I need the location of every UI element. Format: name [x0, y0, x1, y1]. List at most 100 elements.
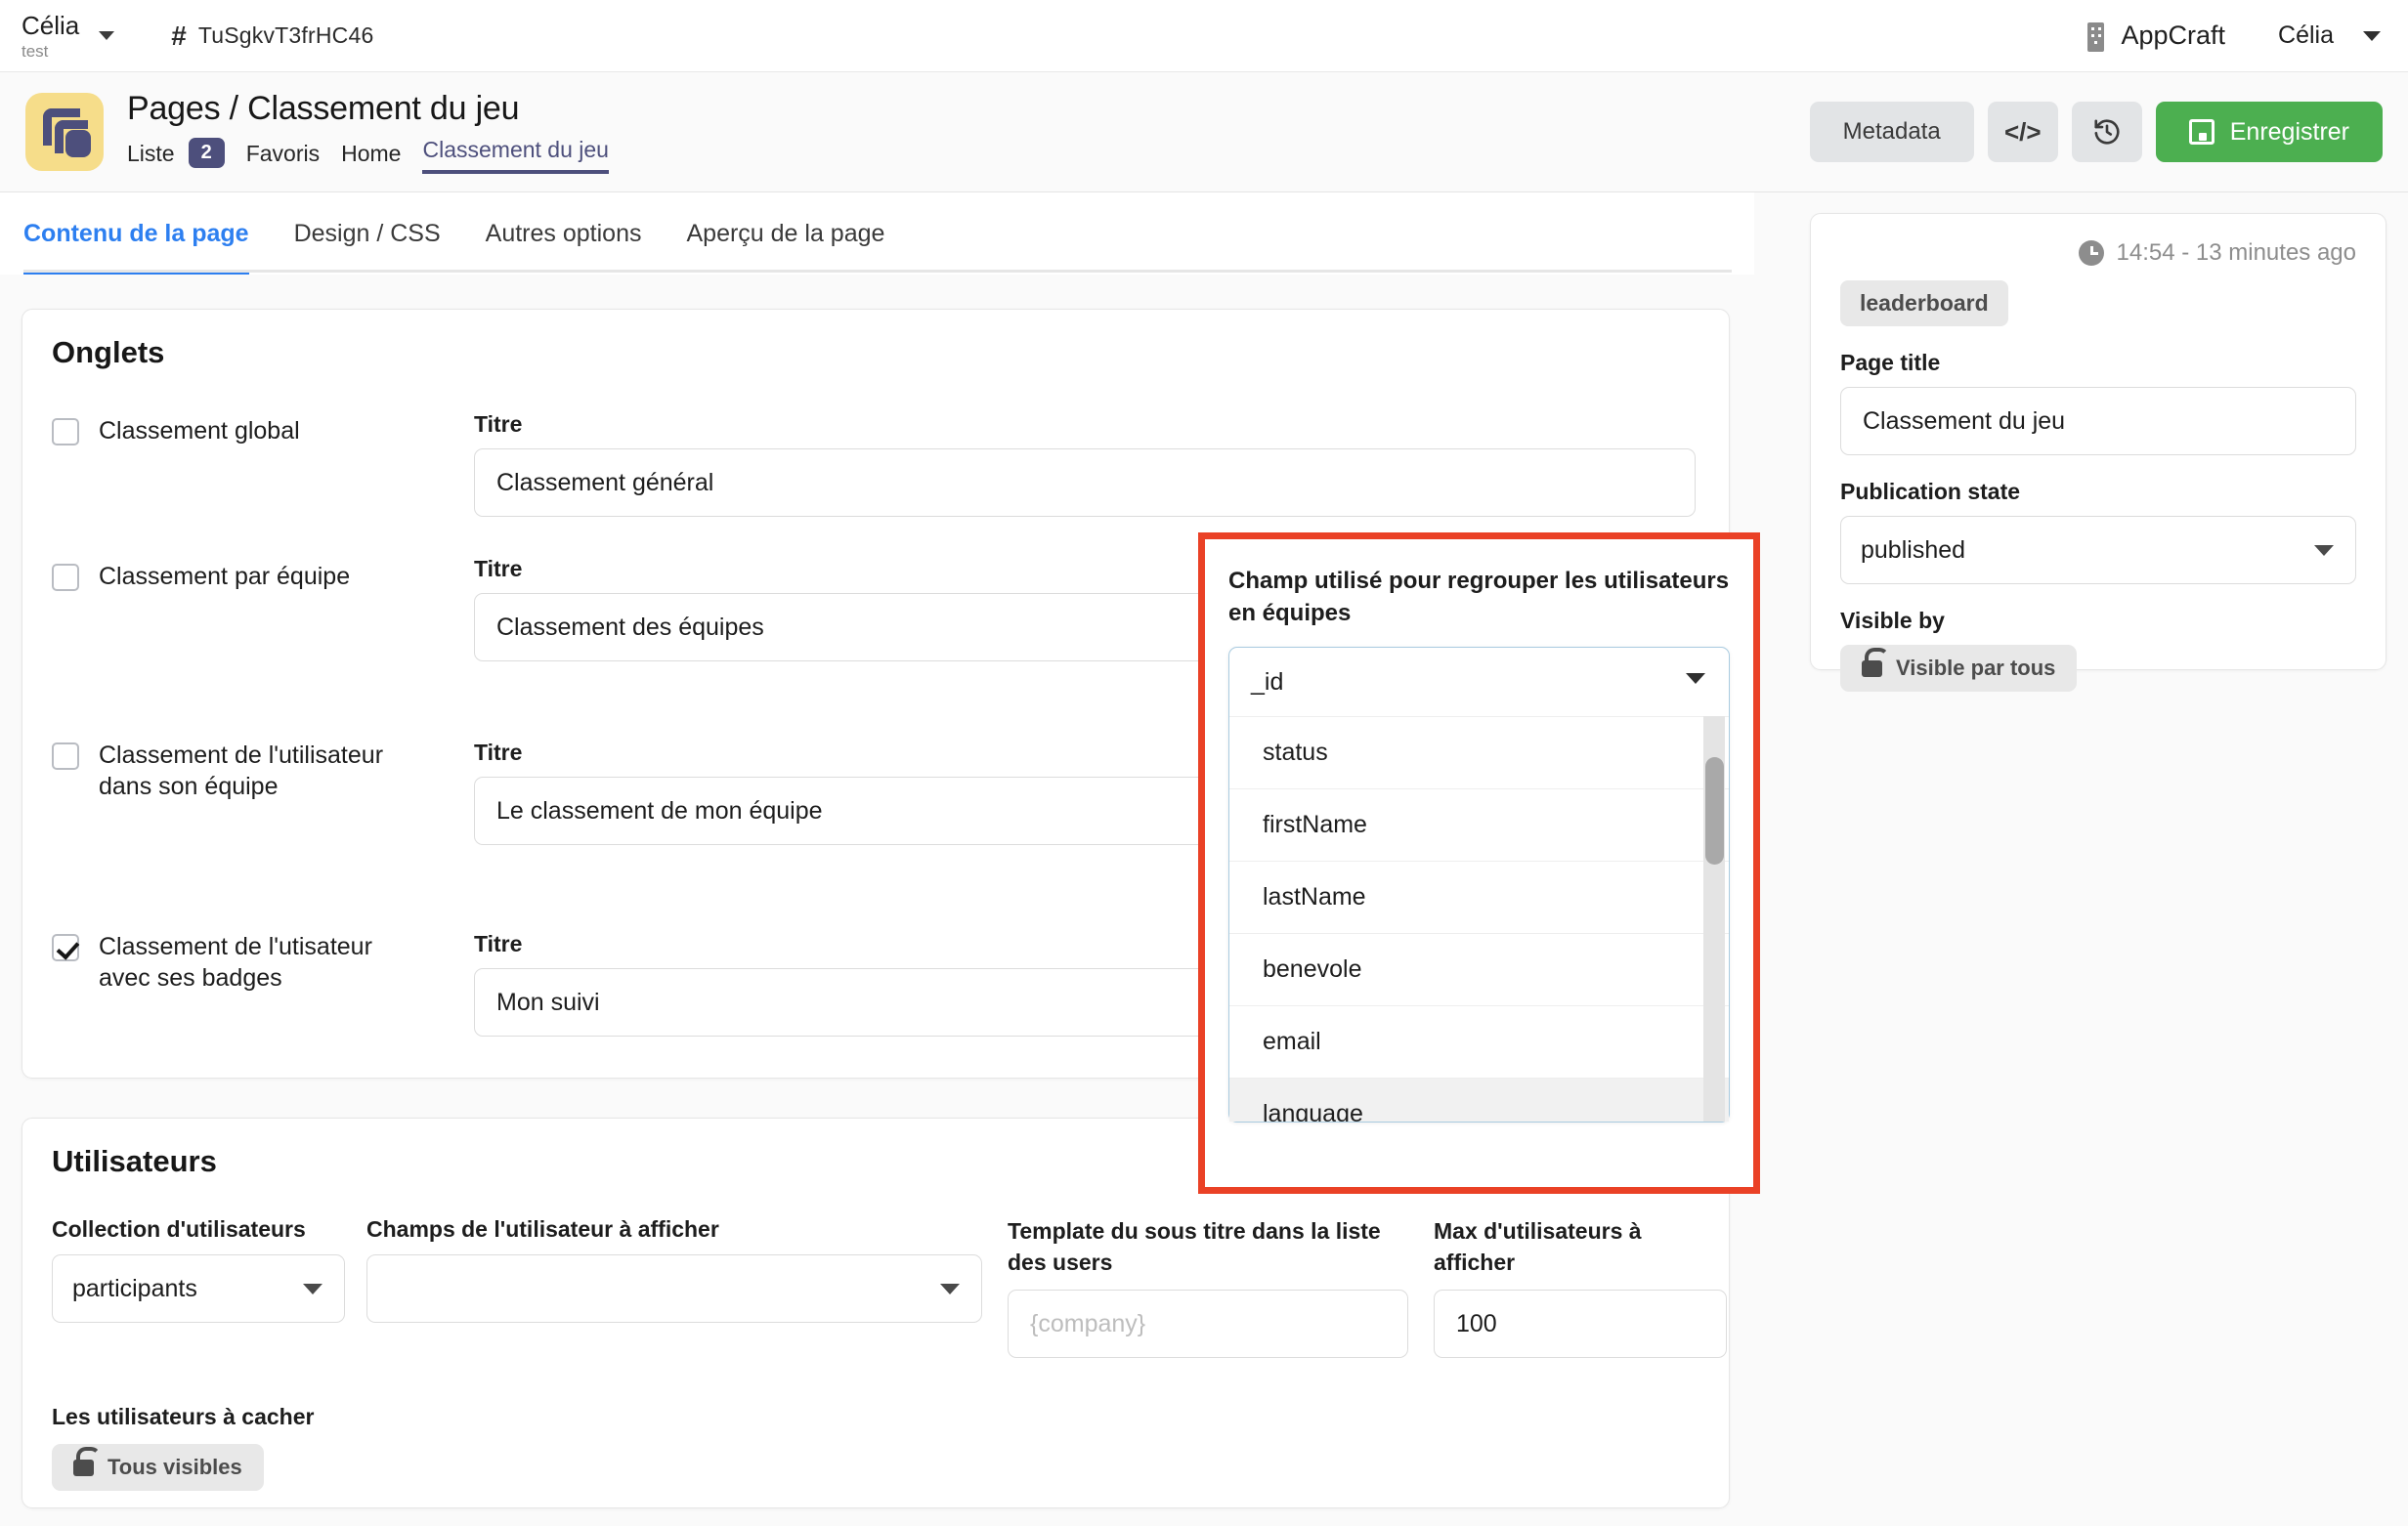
top-bar: Célia test # TuSgkvT3frHC46 AppCraft Cél… [0, 0, 2408, 72]
max-users-group: Max d'utilisateurs à afficher [1434, 1216, 1727, 1358]
option-benevole[interactable]: benevole [1229, 933, 1729, 1005]
chevron-down-icon [2314, 545, 2334, 556]
save-icon [2189, 119, 2214, 145]
subtitle-template-group: Template du sous titre dans la liste des… [1008, 1216, 1408, 1358]
option-firstName[interactable]: firstName [1229, 788, 1729, 861]
onglet-label: Classement de l'utilisateur dans son équ… [99, 740, 421, 802]
tab-underline [23, 270, 1732, 273]
last-modified-text: 14:54 - 13 minutes ago [2117, 239, 2357, 267]
tab-contenu-de-la-page[interactable]: Contenu de la page [23, 192, 249, 275]
titre-label: Titre [474, 411, 1696, 438]
collection-group: Collection d'utilisateurs participants [52, 1216, 345, 1323]
breadcrumb-item-liste[interactable]: Liste [127, 141, 175, 174]
publication-state-select[interactable]: published [1840, 516, 2356, 584]
hidden-users-pill[interactable]: Tous visibles [52, 1444, 264, 1491]
publication-state-value: published [1861, 536, 1965, 565]
hidden-users-group: Les utilisateurs à cacher Tous visibles [52, 1404, 314, 1491]
breadcrumb-item-home[interactable]: Home [341, 141, 401, 174]
subtitle-template-input[interactable] [1008, 1290, 1408, 1358]
team-field-label: Champ utilisé pour regrouper les utilisa… [1228, 565, 1730, 629]
onglet-label: Classement de l'utisateur avec ses badge… [99, 931, 421, 994]
user-menu-label[interactable]: Célia [2278, 21, 2334, 50]
company-name: AppCraft [2121, 21, 2225, 51]
pages-icon [25, 93, 104, 171]
org-name: Célia [22, 13, 79, 38]
chevron-down-icon[interactable] [99, 31, 114, 40]
option-language[interactable]: language [1229, 1078, 1729, 1122]
page-header: Pages / Classement du jeu Liste 2 Favori… [0, 72, 2408, 192]
code-icon[interactable]: </> [1988, 102, 2058, 162]
chevron-down-icon[interactable] [2363, 31, 2381, 41]
utilisateurs-section-title: Utilisateurs [52, 1144, 217, 1179]
hidden-users-pill-label: Tous visibles [108, 1455, 242, 1480]
project-id: # TuSgkvT3frHC46 [171, 21, 373, 52]
onglet-row: Classement par équipe [52, 561, 511, 592]
titre-input-classement-global[interactable] [474, 448, 1696, 517]
onglet-row: Classement de l'utilisateur dans son équ… [52, 740, 511, 802]
onglet-row: Classement de l'utisateur avec ses badge… [52, 931, 511, 994]
team-field-selected-text: _id [1251, 668, 1283, 697]
checkbox-classement-global[interactable] [52, 418, 79, 445]
save-button[interactable]: Enregistrer [2156, 102, 2383, 162]
page-title-label: Page title [1840, 350, 2356, 376]
user-fields-label: Champs de l'utilisateur à afficher [366, 1216, 982, 1243]
hash-icon: # [171, 21, 187, 52]
onglet-title-group: Titre [474, 411, 1696, 517]
breadcrumb-badge-count: 2 [189, 138, 225, 168]
history-icon[interactable] [2072, 102, 2142, 162]
onglet-row: Classement global [52, 415, 511, 446]
max-users-input[interactable] [1434, 1290, 1727, 1358]
header-actions: Metadata </> Enregistrer [1810, 102, 2383, 162]
tab-bar: Contenu de la page Design / CSS Autres o… [0, 192, 1754, 275]
page-title: Pages / Classement du jeu [127, 90, 609, 128]
checkbox-classement-par-equipe[interactable] [52, 564, 79, 591]
team-field-highlight-box: Champ utilisé pour regrouper les utilisa… [1198, 532, 1760, 1194]
breadcrumb: Liste 2 Favoris Home Classement du jeu [127, 137, 609, 174]
dropdown-scrollbar-thumb[interactable] [1705, 757, 1724, 865]
metadata-button[interactable]: Metadata [1810, 102, 1974, 162]
option-email[interactable]: email [1229, 1005, 1729, 1078]
tab-design-css[interactable]: Design / CSS [294, 192, 441, 275]
save-button-label: Enregistrer [2230, 118, 2349, 147]
checkbox-classement-utilisateur-badges[interactable] [52, 934, 79, 961]
subtitle-template-label: Template du sous titre dans la liste des… [1008, 1216, 1408, 1278]
user-fields-select[interactable] [366, 1254, 982, 1323]
collection-label: Collection d'utilisateurs [52, 1216, 345, 1243]
org-subtitle: test [22, 43, 79, 60]
team-field-select-value[interactable]: _id [1229, 648, 1729, 716]
project-id-value: TuSgkvT3frHC46 [198, 22, 374, 49]
tab-apercu-de-la-page[interactable]: Aperçu de la page [686, 192, 884, 275]
chevron-down-icon [1686, 673, 1705, 684]
visible-by-pill-label: Visible par tous [1896, 656, 2055, 681]
page-title-input[interactable] [1840, 387, 2356, 455]
option-status[interactable]: status [1229, 716, 1729, 788]
option-lastName[interactable]: lastName [1229, 861, 1729, 933]
unlock-icon [1862, 660, 1882, 677]
breadcrumb-item-favoris[interactable]: Favoris [246, 141, 320, 174]
building-icon [2084, 21, 2107, 52]
hidden-users-label: Les utilisateurs à cacher [52, 1404, 314, 1430]
page-tag-badge[interactable]: leaderboard [1840, 280, 2008, 326]
team-field-option-list[interactable]: status firstName lastName benevole email… [1229, 716, 1729, 1122]
user-fields-group: Champs de l'utilisateur à afficher [366, 1216, 982, 1323]
visible-by-label: Visible by [1840, 608, 2356, 634]
tab-autres-options[interactable]: Autres options [486, 192, 642, 275]
last-modified: 14:54 - 13 minutes ago [1840, 239, 2356, 267]
org-names: Célia test [22, 13, 79, 60]
org-switcher[interactable]: Célia test [0, 13, 114, 60]
chevron-down-icon [940, 1284, 960, 1294]
chevron-down-icon [303, 1284, 322, 1294]
collection-select[interactable]: participants [52, 1254, 345, 1323]
publication-state-label: Publication state [1840, 479, 2356, 505]
checkbox-classement-utilisateur-equipe[interactable] [52, 742, 79, 770]
team-field-select[interactable]: _id status firstName lastName benevole e… [1228, 647, 1730, 1123]
unlock-icon [73, 1460, 94, 1476]
onglets-section-title: Onglets [52, 335, 164, 370]
max-users-label: Max d'utilisateurs à afficher [1434, 1216, 1727, 1278]
breadcrumb-item-classement-du-jeu[interactable]: Classement du jeu [422, 137, 609, 174]
collection-select-value: participants [72, 1275, 197, 1303]
clock-icon [2079, 240, 2104, 266]
app-root: Célia test # TuSgkvT3frHC46 AppCraft Cél… [0, 0, 2408, 1526]
visible-by-pill[interactable]: Visible par tous [1840, 645, 2077, 692]
onglet-label: Classement global [99, 415, 300, 446]
